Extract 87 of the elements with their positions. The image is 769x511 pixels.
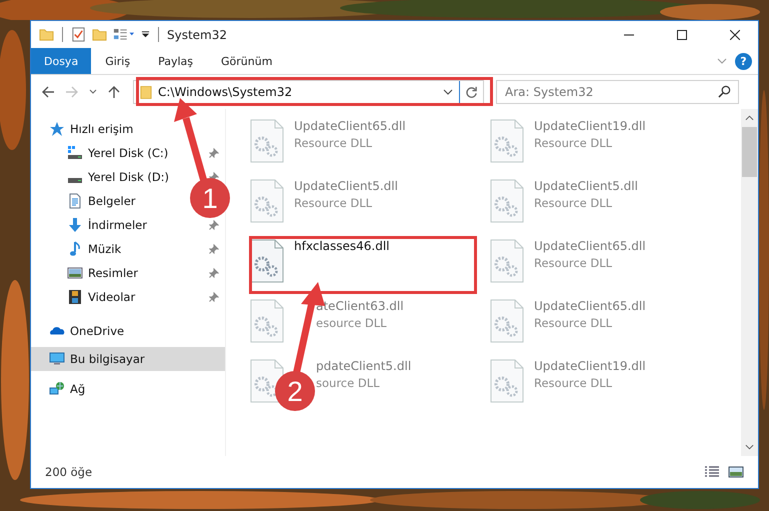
file-icon[interactable] [250, 179, 284, 223]
file-name[interactable]: ateClient63.dll [316, 299, 404, 313]
search-field[interactable]: Ara: System32 [496, 80, 739, 104]
sidebar-item[interactable]: İndirmeler [49, 213, 151, 237]
folder-icon [140, 84, 152, 100]
file-type: Resource DLL [534, 376, 614, 390]
sidebar-item[interactable]: Bu bilgisayar [31, 347, 225, 371]
properties-icon[interactable] [113, 27, 135, 42]
pin-icon[interactable] [209, 244, 219, 254]
step-badge: 2 [275, 371, 315, 411]
file-type: Resource DLL [534, 136, 614, 150]
ribbon-tab[interactable]: Dosya [31, 48, 92, 74]
scroll-up-icon[interactable] [745, 115, 754, 121]
window-title: System32 [167, 28, 228, 42]
help-button[interactable]: ? [735, 52, 752, 70]
sidebar-item[interactable]: Yerel Disk (C:) [49, 141, 172, 165]
film-icon [67, 289, 83, 305]
refresh-icon[interactable] [465, 86, 478, 98]
file-type: Resource DLL [294, 196, 374, 210]
up-arrow-icon[interactable] [107, 85, 121, 99]
ribbon-tab[interactable]: Görünüm [207, 48, 286, 74]
pin-icon[interactable] [209, 292, 219, 302]
expand-ribbon-icon[interactable] [717, 58, 727, 64]
sidebar-item[interactable]: Resimler [49, 261, 142, 285]
file-type: source DLL [316, 376, 381, 390]
document-icon [67, 193, 83, 209]
file-name[interactable]: UpdateClient65.dll [534, 239, 646, 253]
search-icon [718, 85, 731, 98]
sidebar-item[interactable]: OneDrive [31, 319, 128, 343]
file-icon[interactable] [490, 179, 524, 223]
file-name[interactable]: UpdateClient19.dll [534, 119, 646, 133]
recent-dropdown-icon[interactable] [89, 89, 97, 95]
folder-icon[interactable] [92, 27, 107, 42]
file-name[interactable]: UpdateClient19.dll [534, 359, 646, 373]
sidebar-item[interactable]: Ağ [31, 377, 90, 401]
file-icon[interactable] [490, 239, 524, 283]
file-icon[interactable] [250, 299, 284, 343]
back-arrow-icon[interactable] [41, 85, 55, 99]
sidebar-item[interactable]: Videolar [49, 285, 140, 309]
star-icon [49, 121, 65, 137]
image-icon [67, 265, 83, 281]
scroll-thumb[interactable] [742, 127, 757, 177]
checklist-icon[interactable] [71, 27, 86, 42]
step-badge: 1 [190, 178, 230, 218]
file-type: esource DLL [316, 316, 388, 330]
scroll-down-icon[interactable] [745, 444, 754, 450]
pin-icon[interactable] [209, 220, 219, 230]
music-note-icon [67, 241, 83, 257]
customize-dropdown-icon[interactable] [141, 30, 150, 39]
sidebar-item[interactable]: Hızlı erişim [31, 117, 138, 141]
drive-icon [67, 178, 83, 182]
large-icons-view-icon[interactable] [728, 465, 744, 479]
sidebar-item[interactable]: Müzik [49, 237, 126, 261]
file-icon[interactable] [250, 119, 284, 163]
file-icon[interactable] [490, 359, 524, 403]
folder-icon[interactable] [39, 27, 54, 42]
file-type: Resource DLL [534, 196, 614, 210]
file-name[interactable]: pdateClient5.dll [316, 359, 412, 373]
pin-icon[interactable] [209, 148, 219, 158]
dropdown-icon[interactable] [443, 89, 453, 95]
item-count: 200 öğe [45, 465, 92, 479]
ribbon-tab[interactable]: Paylaş [144, 48, 207, 74]
file-name[interactable]: hfxclasses46.dll [294, 239, 390, 253]
sidebar-item[interactable]: Belgeler [49, 189, 140, 213]
pin-icon[interactable] [209, 268, 219, 278]
file-name[interactable]: UpdateClient65.dll [534, 299, 646, 313]
sidebar-item[interactable]: Yerel Disk (D:) [49, 165, 174, 189]
file-type: Resource DLL [534, 316, 614, 330]
address-path: C:\Windows\System32 [158, 85, 294, 99]
ribbon-tab[interactable]: Giriş [91, 48, 144, 74]
close-icon [730, 30, 740, 40]
monitor-icon [49, 351, 65, 367]
file-icon[interactable] [250, 239, 284, 283]
network-icon [49, 381, 65, 397]
file-icon[interactable] [490, 119, 524, 163]
file-icon[interactable] [490, 299, 524, 343]
download-icon [67, 217, 83, 233]
drive-icon [67, 145, 83, 161]
scrollbar[interactable] [741, 109, 758, 456]
maximize-icon [676, 30, 686, 40]
minimize-icon [624, 34, 634, 36]
file-name[interactable]: UpdateClient65.dll [294, 119, 406, 133]
file-name[interactable]: UpdateClient5.dll [294, 179, 398, 193]
file-name[interactable]: UpdateClient5.dll [534, 179, 638, 193]
file-type: Resource DLL [534, 256, 614, 270]
details-view-icon[interactable] [704, 465, 720, 479]
file-type: Resource DLL [294, 136, 374, 150]
